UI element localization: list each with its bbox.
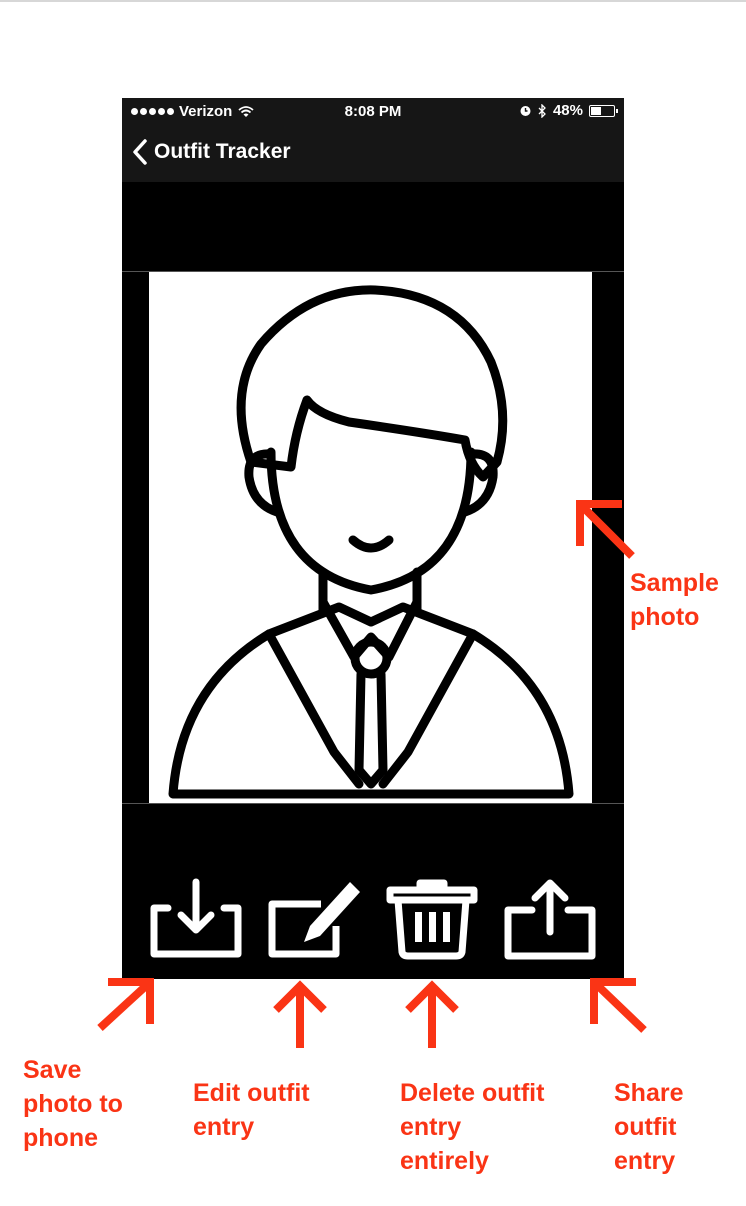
arrow-to-edit-button <box>273 980 327 1048</box>
person-avatar-illustration <box>168 285 574 799</box>
alarm-icon <box>520 106 531 116</box>
photo-frame <box>122 271 624 804</box>
edit-entry-button[interactable] <box>266 878 362 960</box>
sample-photo[interactable] <box>149 272 592 803</box>
battery-icon <box>589 104 618 117</box>
bluetooth-icon <box>538 103 546 118</box>
save-photo-button[interactable] <box>148 878 244 960</box>
phone-screen: Verizon 8:08 PM 48% Outfit Tracker <box>122 98 624 979</box>
arrow-to-share-button <box>590 978 647 1033</box>
arrow-to-delete-button <box>405 980 459 1048</box>
annotation-save-photo: Save photo to phone <box>23 1056 123 1152</box>
download-icon <box>150 878 242 958</box>
arrow-to-save-button <box>97 978 154 1031</box>
edit-icon <box>268 882 360 958</box>
nav-bar: Outfit Tracker <box>122 126 624 182</box>
share-entry-button[interactable] <box>502 878 598 960</box>
annotation-sample-photo: Sample photo <box>630 569 719 631</box>
trash-icon <box>386 879 478 960</box>
annotation-share-entry: Share outfit entry <box>614 1079 684 1175</box>
top-divider <box>0 0 746 2</box>
chevron-left-icon <box>133 139 147 165</box>
nav-title: Outfit Tracker <box>154 140 291 163</box>
back-button[interactable]: Outfit Tracker <box>132 138 291 166</box>
annotation-delete-entry: Delete outfit entry entirely <box>400 1079 545 1175</box>
battery-percent: 48% <box>552 102 583 119</box>
annotation-edit-entry: Edit outfit entry <box>193 1079 310 1141</box>
share-icon <box>504 879 596 960</box>
delete-entry-button[interactable] <box>384 878 480 960</box>
status-bar: Verizon 8:08 PM 48% <box>122 98 624 126</box>
arrow-to-photo <box>576 500 635 559</box>
